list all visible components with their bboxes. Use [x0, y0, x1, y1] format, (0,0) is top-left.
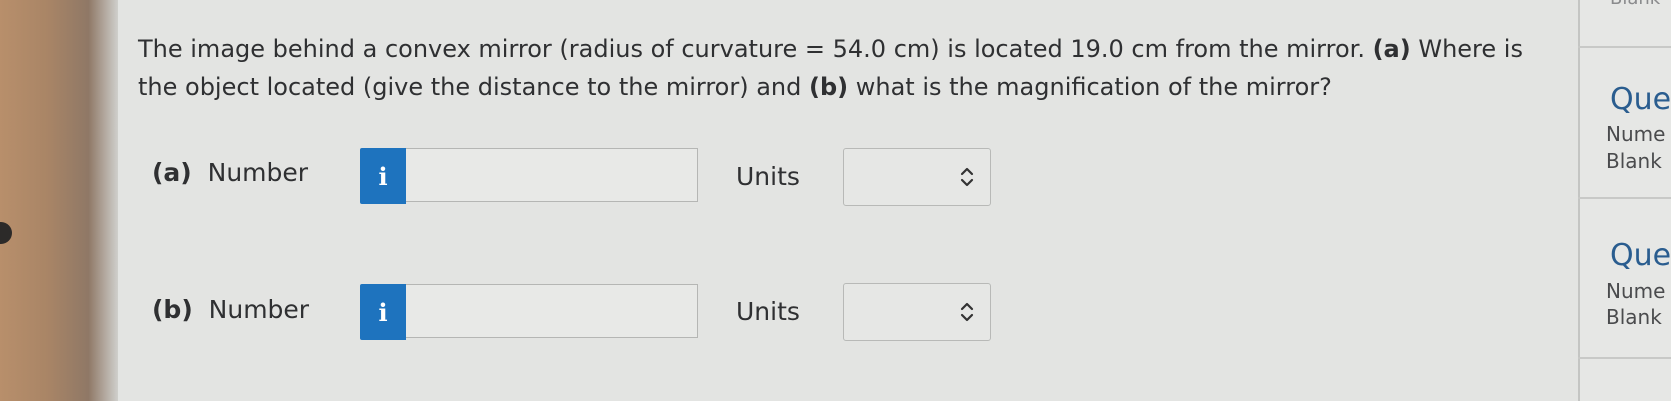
updown-chevron-icon: [960, 302, 974, 322]
row-a-info-button[interactable]: i: [360, 148, 406, 204]
sidebar-question-2-line1: Nume: [1606, 279, 1666, 303]
question-text: The image behind a convex mirror (radius…: [138, 30, 1568, 106]
info-icon: i: [378, 161, 388, 191]
question-text-part1: The image behind a convex mirror (radius…: [138, 35, 1373, 63]
row-a-label: (a) Number: [152, 158, 308, 187]
row-b-units-label: Units: [736, 297, 800, 326]
part-b-marker: (b): [809, 73, 849, 101]
row-a-units-label: Units: [736, 162, 800, 191]
row-a-number-label: Number: [207, 158, 309, 187]
sidebar-question-1-line1: Nume: [1606, 122, 1666, 146]
row-a-number-input[interactable]: [406, 148, 698, 202]
sidebar-divider: [1578, 197, 1671, 199]
sidebar-divider: [1578, 357, 1671, 359]
row-b-number-input[interactable]: [406, 284, 698, 338]
row-a-part: (a): [152, 158, 192, 187]
sidebar-divider: [1578, 46, 1671, 48]
left-bezel: [0, 0, 118, 401]
row-b-units-select[interactable]: [843, 283, 991, 341]
question-text-part3: what is the magnification of the mirror?: [848, 73, 1332, 101]
part-a-marker: (a): [1372, 35, 1411, 63]
sidebar-question-1-title[interactable]: Ques: [1610, 82, 1671, 117]
updown-chevron-icon: [960, 167, 974, 187]
info-icon: i: [378, 297, 388, 327]
question-sidebar: [1578, 0, 1671, 401]
row-b-number-label: Number: [208, 295, 310, 324]
sidebar-question-2-line2: Blank: [1606, 305, 1662, 329]
sidebar-top-cut-text: Blank: [1610, 0, 1671, 9]
row-a-units-select[interactable]: [843, 148, 991, 206]
sidebar-question-2-title[interactable]: Ques: [1610, 238, 1671, 273]
row-b-part: (b): [152, 295, 193, 324]
row-b-info-button[interactable]: i: [360, 284, 406, 340]
row-b-label: (b) Number: [152, 295, 309, 324]
sidebar-question-1-line2: Blank: [1606, 149, 1662, 173]
